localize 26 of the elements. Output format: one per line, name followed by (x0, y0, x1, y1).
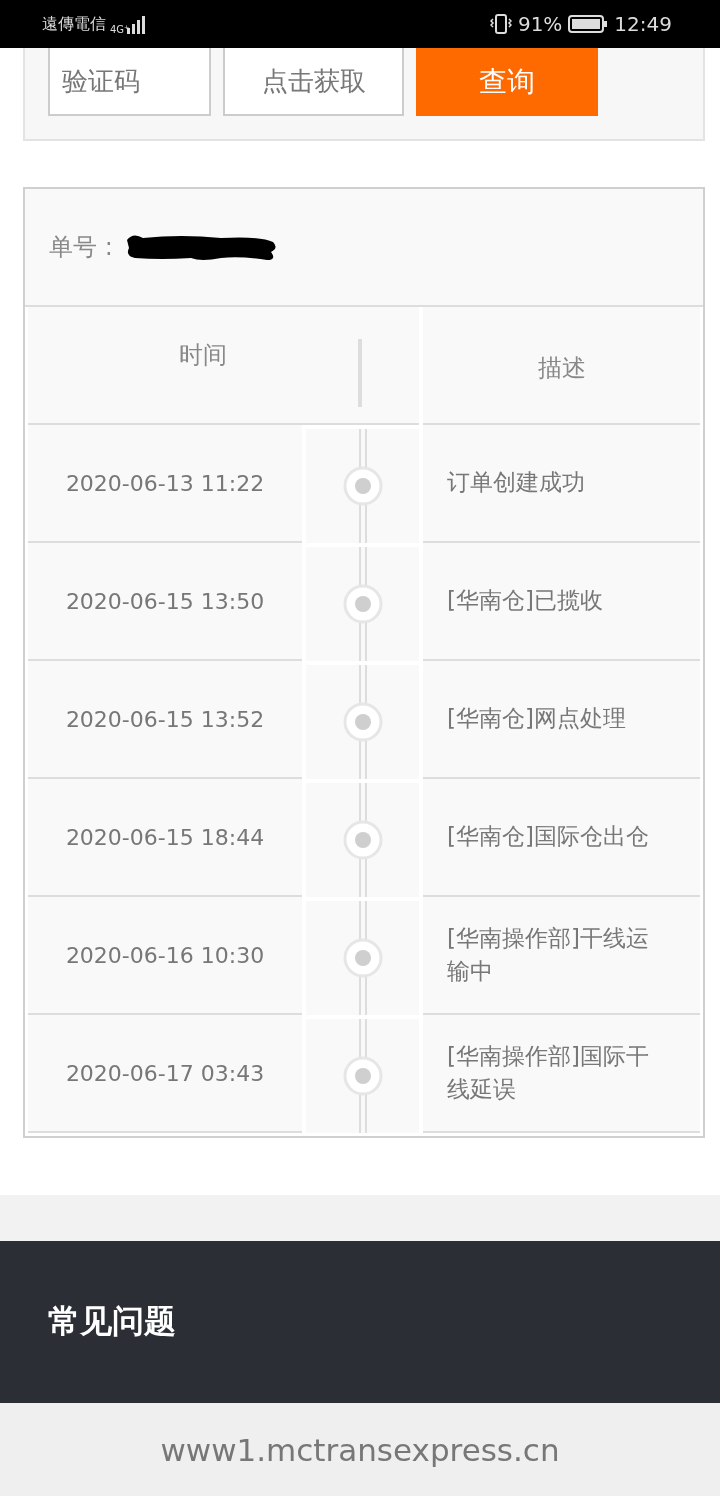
description-cell: [华南仓]已揽收 (423, 543, 700, 661)
time-cell: 2020-06-13 11:22 (28, 425, 302, 543)
order-number-label: 单号 : (49, 232, 113, 263)
description-cell: [华南仓]国际仓出仓 (423, 779, 700, 897)
battery-icon (568, 14, 609, 34)
time-cell: 2020-06-15 13:52 (28, 661, 302, 779)
description-cell: [华南操作部]干线运输中 (423, 897, 700, 1015)
time-cell: 2020-06-15 13:50 (28, 543, 302, 661)
carrier-name: 遠傳電信 (42, 13, 106, 35)
description-cell: 订单创建成功 (423, 425, 700, 543)
search-button[interactable]: 查询 (416, 48, 598, 116)
clock: 12:49 (614, 12, 672, 36)
description-cell: [华南操作部]国际干线延误 (423, 1015, 700, 1133)
battery-percent: 91% (517, 12, 563, 36)
get-code-button[interactable]: 点击获取 (223, 48, 404, 116)
vibrate-icon (489, 13, 512, 35)
faq-heading: 常见问题 (48, 1301, 176, 1342)
captcha-field[interactable]: 验证码 (48, 48, 211, 116)
site-domain: www1.mctransexpress.cn (160, 1431, 560, 1468)
description-cell: [华南仓]网点处理 (423, 661, 700, 779)
column-header: 时间 (178, 340, 228, 371)
time-cell: 2020-06-15 18:44 (28, 779, 302, 897)
time-cell: 2020-06-16 10:30 (28, 897, 302, 1015)
column-header: 描述 (537, 353, 586, 384)
network-type: 4G⁺ (110, 23, 130, 35)
time-cell: 2020-06-17 03:43 (28, 1015, 302, 1133)
